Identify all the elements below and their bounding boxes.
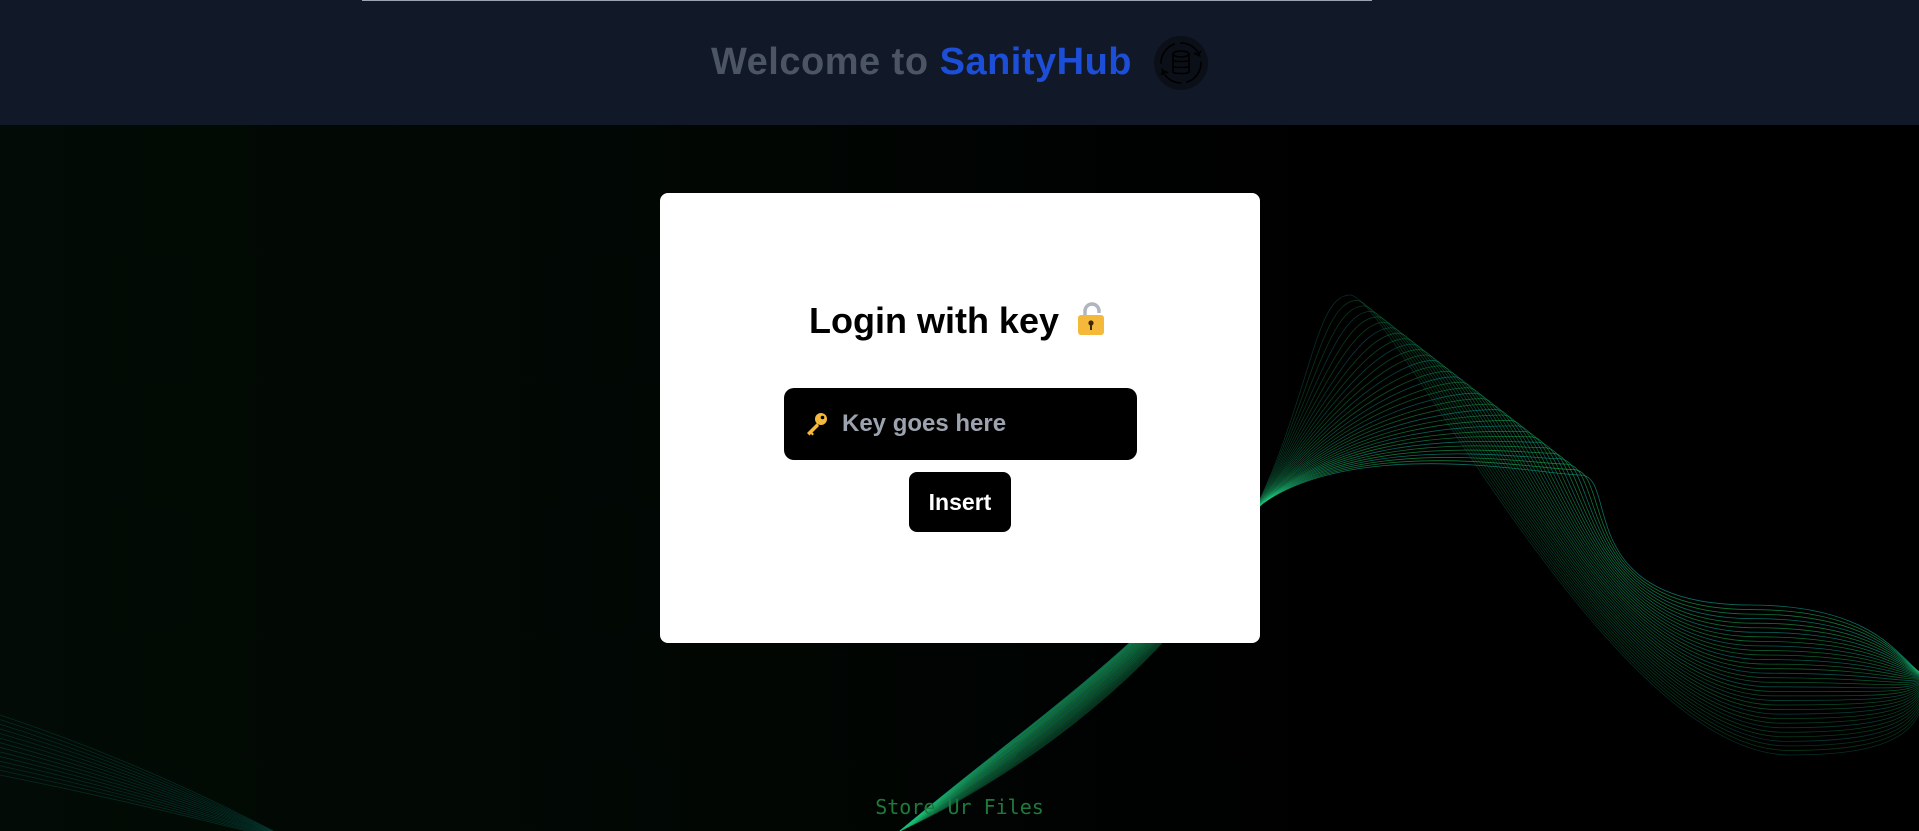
insert-button[interactable]: Insert	[909, 472, 1011, 532]
footer-tagline: Store Ur Files	[875, 795, 1044, 819]
title-prefix: Welcome to	[710, 41, 940, 83]
key-input[interactable]	[840, 409, 1114, 439]
login-heading-text: Login with key	[808, 300, 1059, 341]
brand-name: SanityHub	[939, 41, 1133, 83]
header-divider	[362, 0, 1372, 1]
database-sync-icon	[1154, 35, 1209, 90]
login-card: Login with key Insert	[660, 193, 1260, 643]
top-header: Welcome to SanityHub	[0, 0, 1919, 125]
key-field[interactable]	[784, 388, 1137, 460]
login-heading: Login with key	[660, 299, 1260, 346]
lock-icon	[1073, 299, 1111, 346]
key-icon	[804, 411, 830, 437]
page-title: Welcome to SanityHub	[711, 41, 1132, 84]
